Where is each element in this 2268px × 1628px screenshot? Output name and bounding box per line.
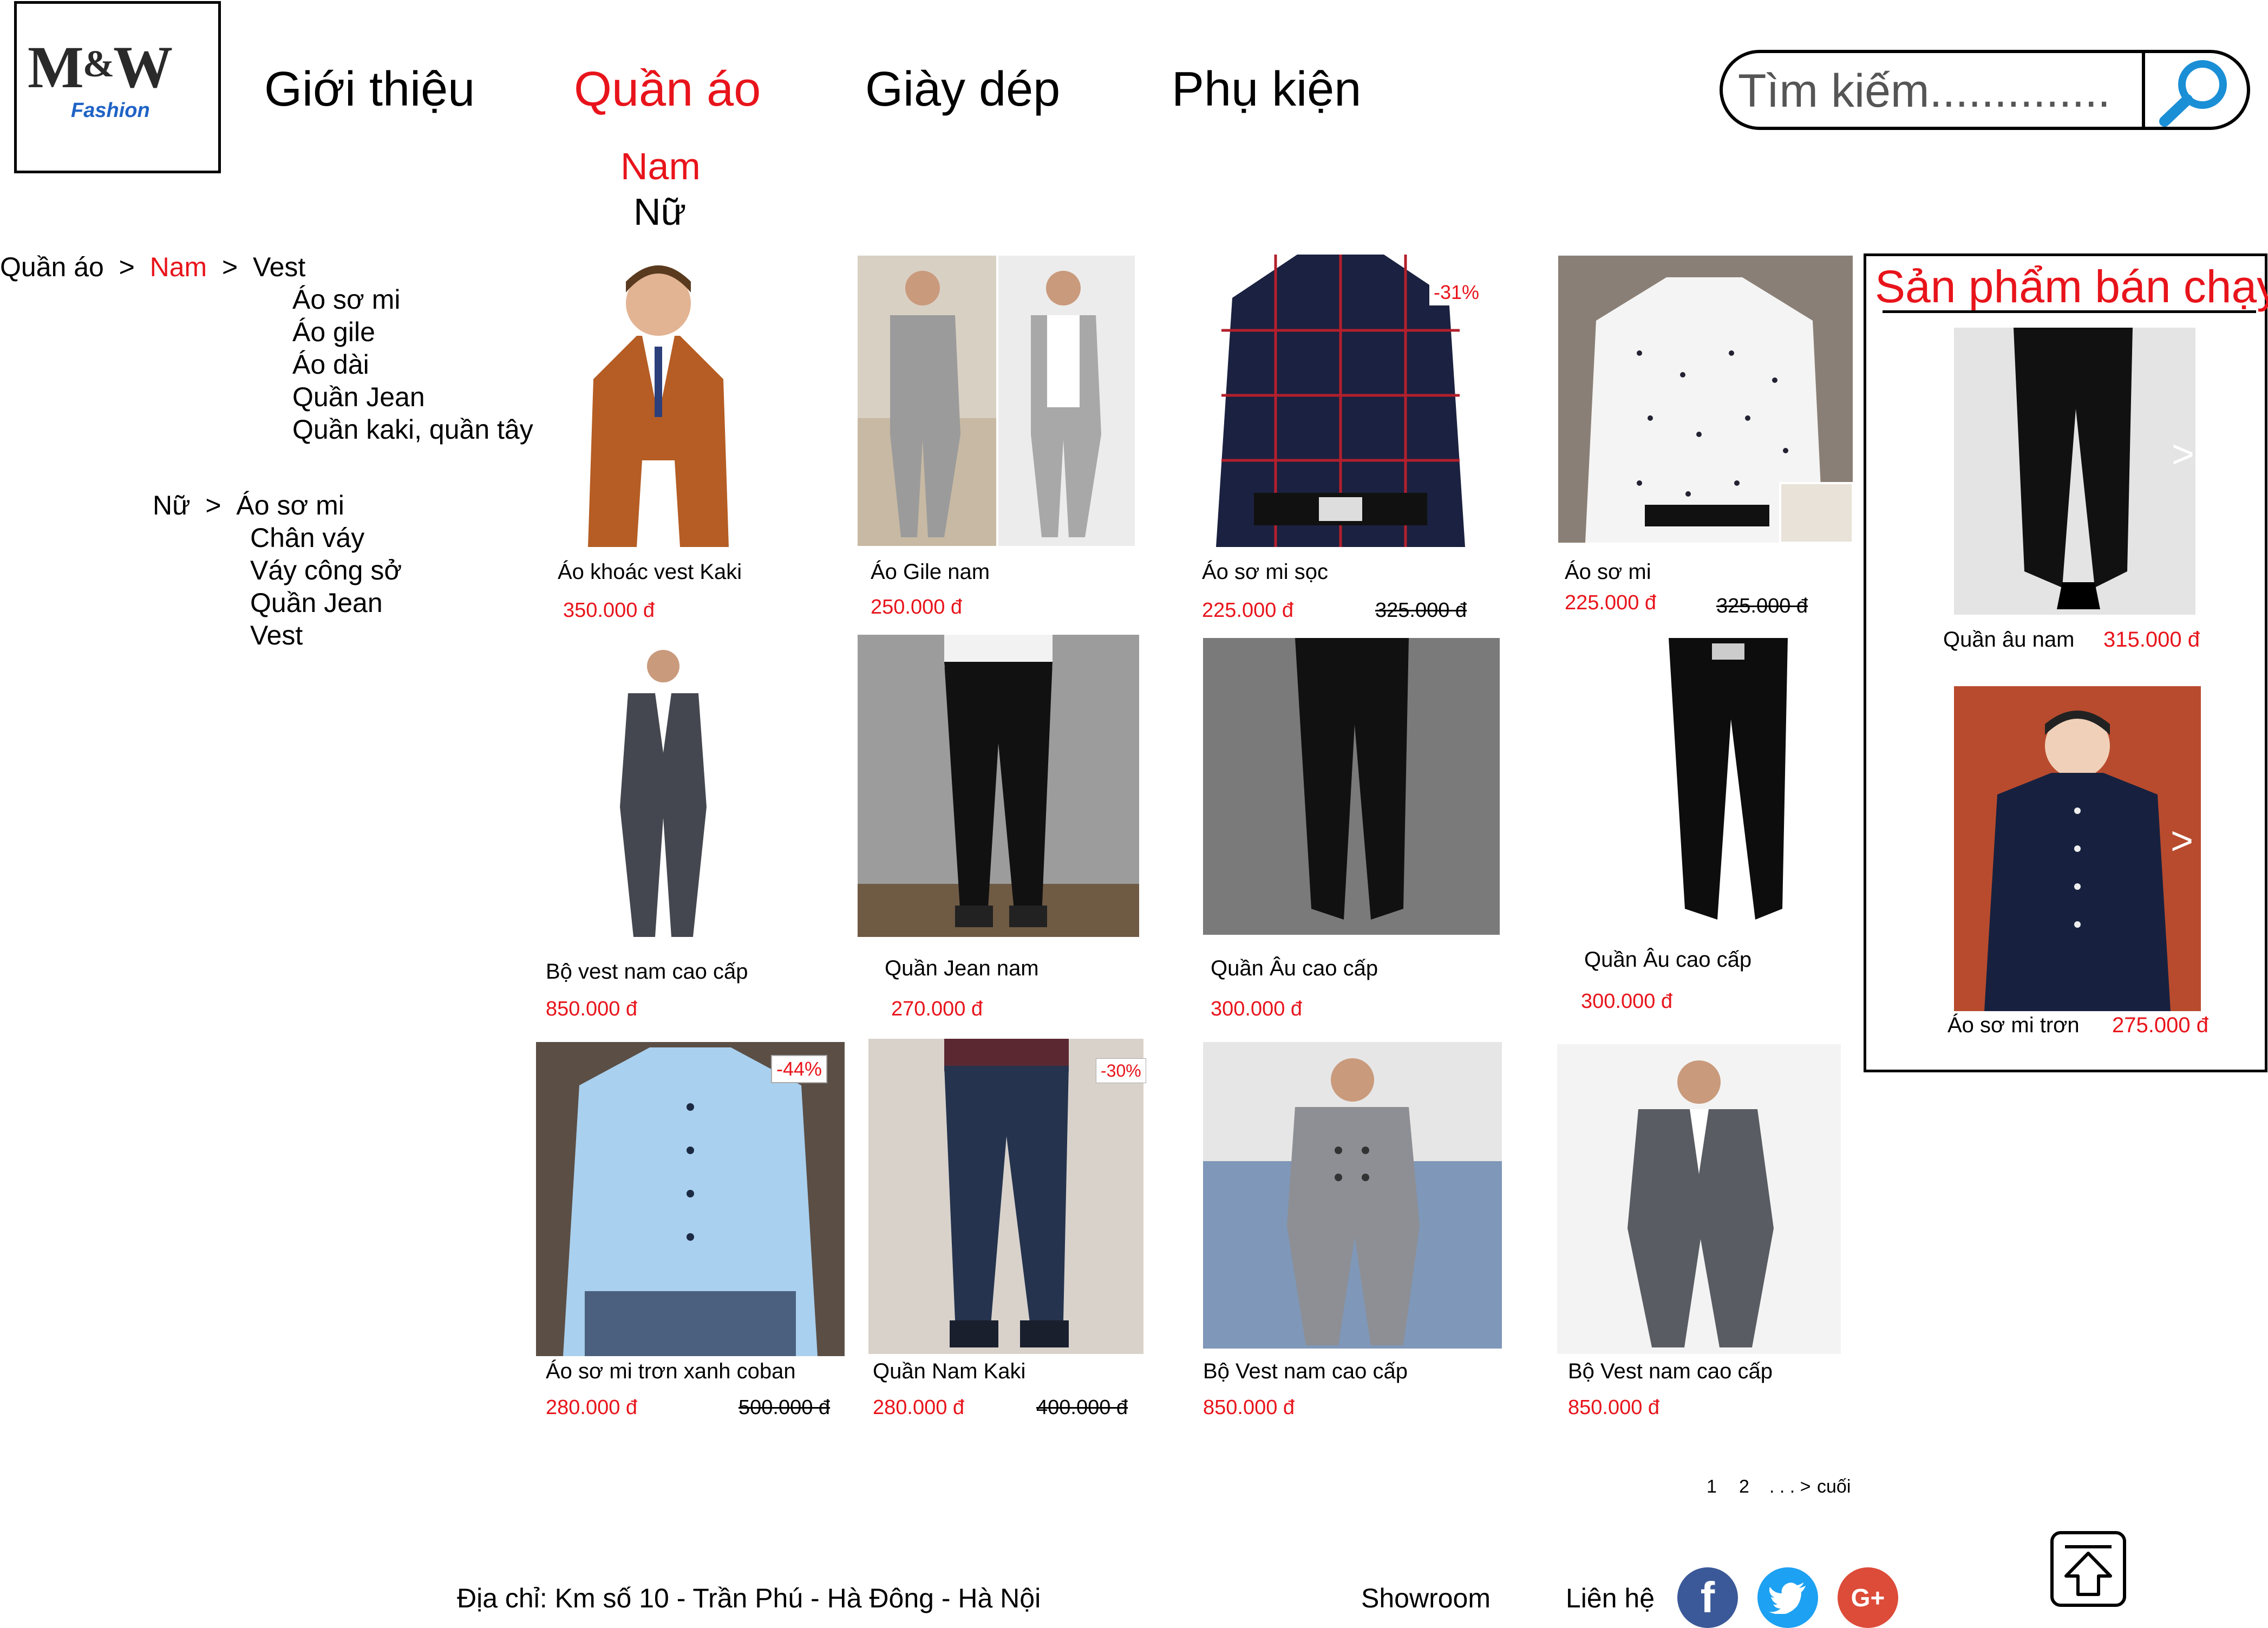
product-price: 850.000 đ (1568, 1396, 1660, 1419)
sidebar-item-nu-vay-cong-so[interactable]: Váy công sở (250, 557, 402, 584)
nav-gioi-thieu[interactable]: Giới thiệu (264, 65, 475, 114)
search-divider (2142, 53, 2145, 127)
breadcrumb-leaf[interactable]: Vest (253, 252, 305, 282)
bestseller-next-arrow[interactable]: > (2172, 435, 2194, 474)
search-icon (2159, 60, 2227, 127)
product-name[interactable]: Áo sơ mi sọc (1202, 561, 1328, 583)
search-box (1720, 50, 2250, 130)
product-image[interactable] (858, 256, 1135, 546)
footer-address: Địa chỉ: Km số 10 - Trần Phú - Hà Đông -… (457, 1583, 1041, 1613)
product-price: 850.000 đ (1203, 1396, 1295, 1419)
product-name[interactable]: Áo Gile nam (871, 561, 990, 583)
sidebar-item-nu-chan-vay[interactable]: Chân váy (250, 524, 364, 551)
sidebar-item-nu-quan-jean[interactable]: Quần Jean (250, 589, 383, 616)
sidebar-nu-label[interactable]: Nữ (153, 490, 191, 520)
product-image[interactable] (858, 635, 1139, 937)
product-name[interactable]: Quần Nam Kaki (873, 1360, 1025, 1382)
product-price: 250.000 đ (871, 596, 963, 618)
sidebar-item-nam-ao-gile[interactable]: Áo gile (292, 318, 375, 346)
product-old-price: 325.000 đ (1375, 599, 1467, 622)
pagination-page-2[interactable]: 2 (1739, 1477, 1749, 1496)
sidebar-item-nam-ao-dai[interactable]: Áo dài (292, 351, 369, 378)
pagination-next[interactable]: . . . > (1769, 1477, 1811, 1496)
product-price: 225.000 đ (1565, 591, 1657, 614)
product-price: 300.000 đ (1581, 990, 1673, 1013)
footer-contact[interactable]: Liên hệ (1566, 1585, 1655, 1612)
nav-phu-kien[interactable]: Phụ kiện (1172, 65, 1361, 114)
bestseller-underline (1883, 310, 2256, 313)
product-old-price: 500.000 đ (738, 1396, 831, 1419)
bestseller-panel: Sản phẩm bán chạy > Quần âu nam 315.000 … (1864, 253, 2268, 1072)
bestseller-price: 275.000 đ (2112, 1013, 2208, 1037)
product-name[interactable]: Bộ vest nam cao cấp (546, 961, 748, 982)
sidebar-item-nam-quan-kaki[interactable]: Quần kaki, quần tây (292, 416, 533, 443)
product-name[interactable]: Áo sơ mi (1565, 561, 1651, 583)
product-name[interactable]: Áo khoác vest Kaki (558, 561, 742, 583)
sidebar-item-nam-ao-so-mi[interactable]: Áo sơ mi (292, 286, 401, 313)
product-price: 225.000 đ (1202, 599, 1294, 622)
bestseller-image[interactable] (1954, 686, 2201, 1011)
product-image[interactable] (555, 255, 761, 547)
nav-giay-dep[interactable]: Giày dép (865, 65, 1060, 114)
product-name[interactable]: Quần Âu cao cấp (1584, 949, 1751, 971)
bestseller-name[interactable]: Áo sơ mi trơn (1947, 1014, 2080, 1036)
product-image[interactable] (606, 644, 720, 948)
product-name[interactable]: Quần Jean nam (885, 958, 1039, 979)
breadcrumb-sep: > (119, 252, 135, 282)
product-price: 280.000 đ (546, 1396, 638, 1419)
search-button[interactable] (2146, 53, 2247, 127)
product-old-price: 325.000 đ (1716, 595, 1808, 617)
product-name[interactable]: Bộ Vest nam cao cấp (1568, 1360, 1773, 1382)
product-name[interactable]: Quần Âu cao cấp (1211, 958, 1378, 979)
sidebar-item-nu-vest[interactable]: Vest (250, 622, 303, 649)
twitter-icon[interactable] (1757, 1567, 1818, 1628)
product-image[interactable] (1620, 638, 1835, 930)
breadcrumb-root[interactable]: Quần áo (0, 252, 104, 282)
bestseller-title: Sản phẩm bán chạy (1875, 261, 2268, 312)
bestseller-price: 315.000 đ (2103, 628, 2200, 652)
discount-badge: -44% (771, 1055, 828, 1083)
product-image[interactable] (536, 1042, 845, 1356)
twitter-bird-icon (1769, 1583, 1806, 1614)
product-image[interactable] (1558, 256, 1853, 543)
product-price: 280.000 đ (873, 1396, 965, 1419)
facebook-icon[interactable]: f (1677, 1567, 1738, 1628)
submenu-nu[interactable]: Nữ (633, 193, 686, 231)
product-image[interactable] (1557, 1044, 1841, 1354)
product-image[interactable] (1203, 638, 1500, 935)
product-price: 300.000 đ (1211, 998, 1303, 1020)
sidebar-nu-sep: > (205, 490, 221, 520)
product-name[interactable]: Áo sơ mi trơn xanh coban (546, 1360, 796, 1382)
pagination-page-1[interactable]: 1 (1707, 1477, 1717, 1496)
product-name[interactable]: Bộ Vest nam cao cấp (1203, 1360, 1408, 1382)
back-to-top-icon[interactable] (2050, 1531, 2127, 1607)
nav-quan-ao[interactable]: Quần áo (574, 65, 761, 114)
breadcrumb: Quần áo > Nam > Vest (0, 253, 305, 281)
product-old-price: 400.000 đ (1036, 1396, 1128, 1419)
discount-badge: -30% (1096, 1058, 1146, 1083)
submenu-nam[interactable]: Nam (620, 147, 701, 185)
sidebar-item-nam-quan-jean[interactable]: Quần Jean (292, 383, 425, 411)
product-price: 850.000 đ (546, 998, 638, 1020)
breadcrumb-current[interactable]: Nam (150, 252, 207, 282)
footer-showroom[interactable]: Showroom (1361, 1585, 1491, 1612)
logo-wordmark: M&W (28, 34, 173, 100)
sidebar-nu-row: Nữ > Áo sơ mi (153, 492, 344, 519)
bestseller-image[interactable] (1954, 328, 2195, 615)
discount-badge: -31% (1429, 279, 1484, 305)
breadcrumb-sep: > (222, 252, 238, 282)
product-price: 350.000 đ (563, 599, 655, 622)
logo-subtitle: Fashion (71, 99, 150, 122)
product-image[interactable] (1203, 1042, 1502, 1349)
google-plus-icon[interactable]: G+ (1838, 1567, 1898, 1628)
bestseller-next-arrow[interactable]: > (2171, 822, 2193, 861)
logo[interactable]: M&W Fashion (14, 1, 221, 173)
bestseller-name[interactable]: Quần âu nam (1943, 629, 2074, 650)
pagination-last[interactable]: cuối (1817, 1477, 1851, 1496)
product-price: 270.000 đ (891, 998, 983, 1020)
sidebar-item-nu-ao-so-mi[interactable]: Áo sơ mi (236, 490, 344, 520)
product-image[interactable] (868, 1039, 1143, 1354)
